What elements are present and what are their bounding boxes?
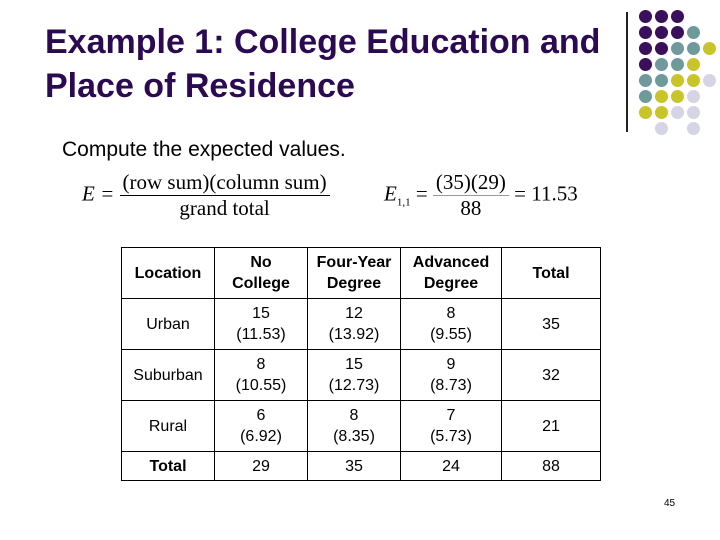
decorative-dot [655, 106, 668, 119]
decorative-dot [687, 58, 700, 71]
decorative-dot [655, 42, 668, 55]
header-four-year-degree: Four-Year Degree [307, 247, 401, 299]
formula-denominator: grand total [179, 196, 270, 220]
decorative-dot [655, 90, 668, 103]
example-expected-value-formula: E1,1 = (35)(29) 88 = 11.53 [384, 170, 578, 221]
formula-fraction: (row sum)(column sum) grand total [119, 170, 330, 221]
example-equals: = [415, 181, 428, 206]
page-number: 45 [664, 498, 676, 509]
table-cell: 8 (10.55) [214, 349, 308, 401]
formula-numerator: (row sum)(column sum) [119, 170, 330, 196]
table-cell: 15 (12.73) [307, 349, 401, 401]
example-result: = 11.53 [514, 181, 578, 206]
column-total: 29 [214, 451, 308, 481]
example-numerator: (35)(29) [432, 170, 509, 196]
table-cell: 9 (8.73) [400, 349, 502, 401]
table-row: Urban 15 (11.53) 12 (13.92) 8 (9.55) 35 [121, 298, 601, 350]
table-cell: 7 (5.73) [400, 400, 502, 452]
decorative-dot [687, 90, 700, 103]
table-cell: 12 (13.92) [307, 298, 401, 350]
example-subscript: 1,1 [396, 196, 411, 209]
decorative-dot [703, 74, 716, 87]
decorative-dot [671, 10, 684, 23]
example-denominator: 88 [460, 196, 482, 220]
grand-total: 88 [501, 451, 601, 481]
row-label: Suburban [121, 349, 215, 401]
decorative-dot [687, 74, 700, 87]
slide-title: Example 1: College Education and Place o… [45, 20, 635, 108]
row-label: Urban [121, 298, 215, 350]
row-total: 32 [501, 349, 601, 401]
decorative-dot [639, 42, 652, 55]
vertical-divider [626, 12, 628, 132]
column-total: 24 [400, 451, 502, 481]
table-header-row: Location No College Four-Year Degree Advan… [121, 247, 601, 299]
example-fraction: (35)(29) 88 [432, 170, 509, 221]
column-total: 35 [307, 451, 401, 481]
decorative-dot [639, 74, 652, 87]
decorative-dot [655, 10, 668, 23]
general-expected-value-formula: E = (row sum)(column sum) grand total [82, 170, 330, 221]
totals-label: Total [121, 451, 215, 481]
slide-title-line-1: Example 1: College Education and [45, 23, 601, 61]
decorative-dot [671, 74, 684, 87]
formula-lhs: E = [82, 181, 115, 206]
table-cell: 6 (6.92) [214, 400, 308, 452]
decorative-dot [655, 58, 668, 71]
decorative-dot [703, 42, 716, 55]
header-advanced-degree: Advanced Degree [400, 247, 502, 299]
example-lhs: E [384, 181, 397, 206]
decorative-dot [687, 106, 700, 119]
decorative-dot [639, 106, 652, 119]
instruction-text: Compute the expected values. [62, 138, 346, 161]
header-total: Total [501, 247, 601, 299]
decorative-dot [639, 58, 652, 71]
slide-title-line-2: Place of Residence [45, 67, 355, 105]
header-no-college: No College [214, 247, 308, 299]
decorative-dot [639, 10, 652, 23]
decorative-dot [687, 42, 700, 55]
header-location: Location [121, 247, 215, 299]
decorative-dot [671, 26, 684, 39]
table-row: Rural 6 (6.92) 8 (8.35) 7 (5.73) 21 [121, 400, 601, 452]
contingency-table: Location No College Four-Year Degree Advan… [121, 247, 601, 481]
decorative-dot [671, 106, 684, 119]
table-cell: 15 (11.53) [214, 298, 308, 350]
decorative-dot [671, 42, 684, 55]
decorative-dot [687, 122, 700, 135]
decorative-dot [671, 58, 684, 71]
row-total: 21 [501, 400, 601, 452]
decorative-dot [655, 26, 668, 39]
decorative-dot [687, 26, 700, 39]
table-cell: 8 (8.35) [307, 400, 401, 452]
table-row: Suburban 8 (10.55) 15 (12.73) 9 (8.73) 32 [121, 349, 601, 401]
table-totals-row: Total 29 35 24 88 [121, 451, 601, 481]
decorative-dot [639, 90, 652, 103]
table-cell: 8 (9.55) [400, 298, 502, 350]
row-label: Rural [121, 400, 215, 452]
decorative-dot [655, 74, 668, 87]
decorative-dot [655, 122, 668, 135]
decorative-dot [639, 26, 652, 39]
decorative-dot [671, 90, 684, 103]
row-total: 35 [501, 298, 601, 350]
